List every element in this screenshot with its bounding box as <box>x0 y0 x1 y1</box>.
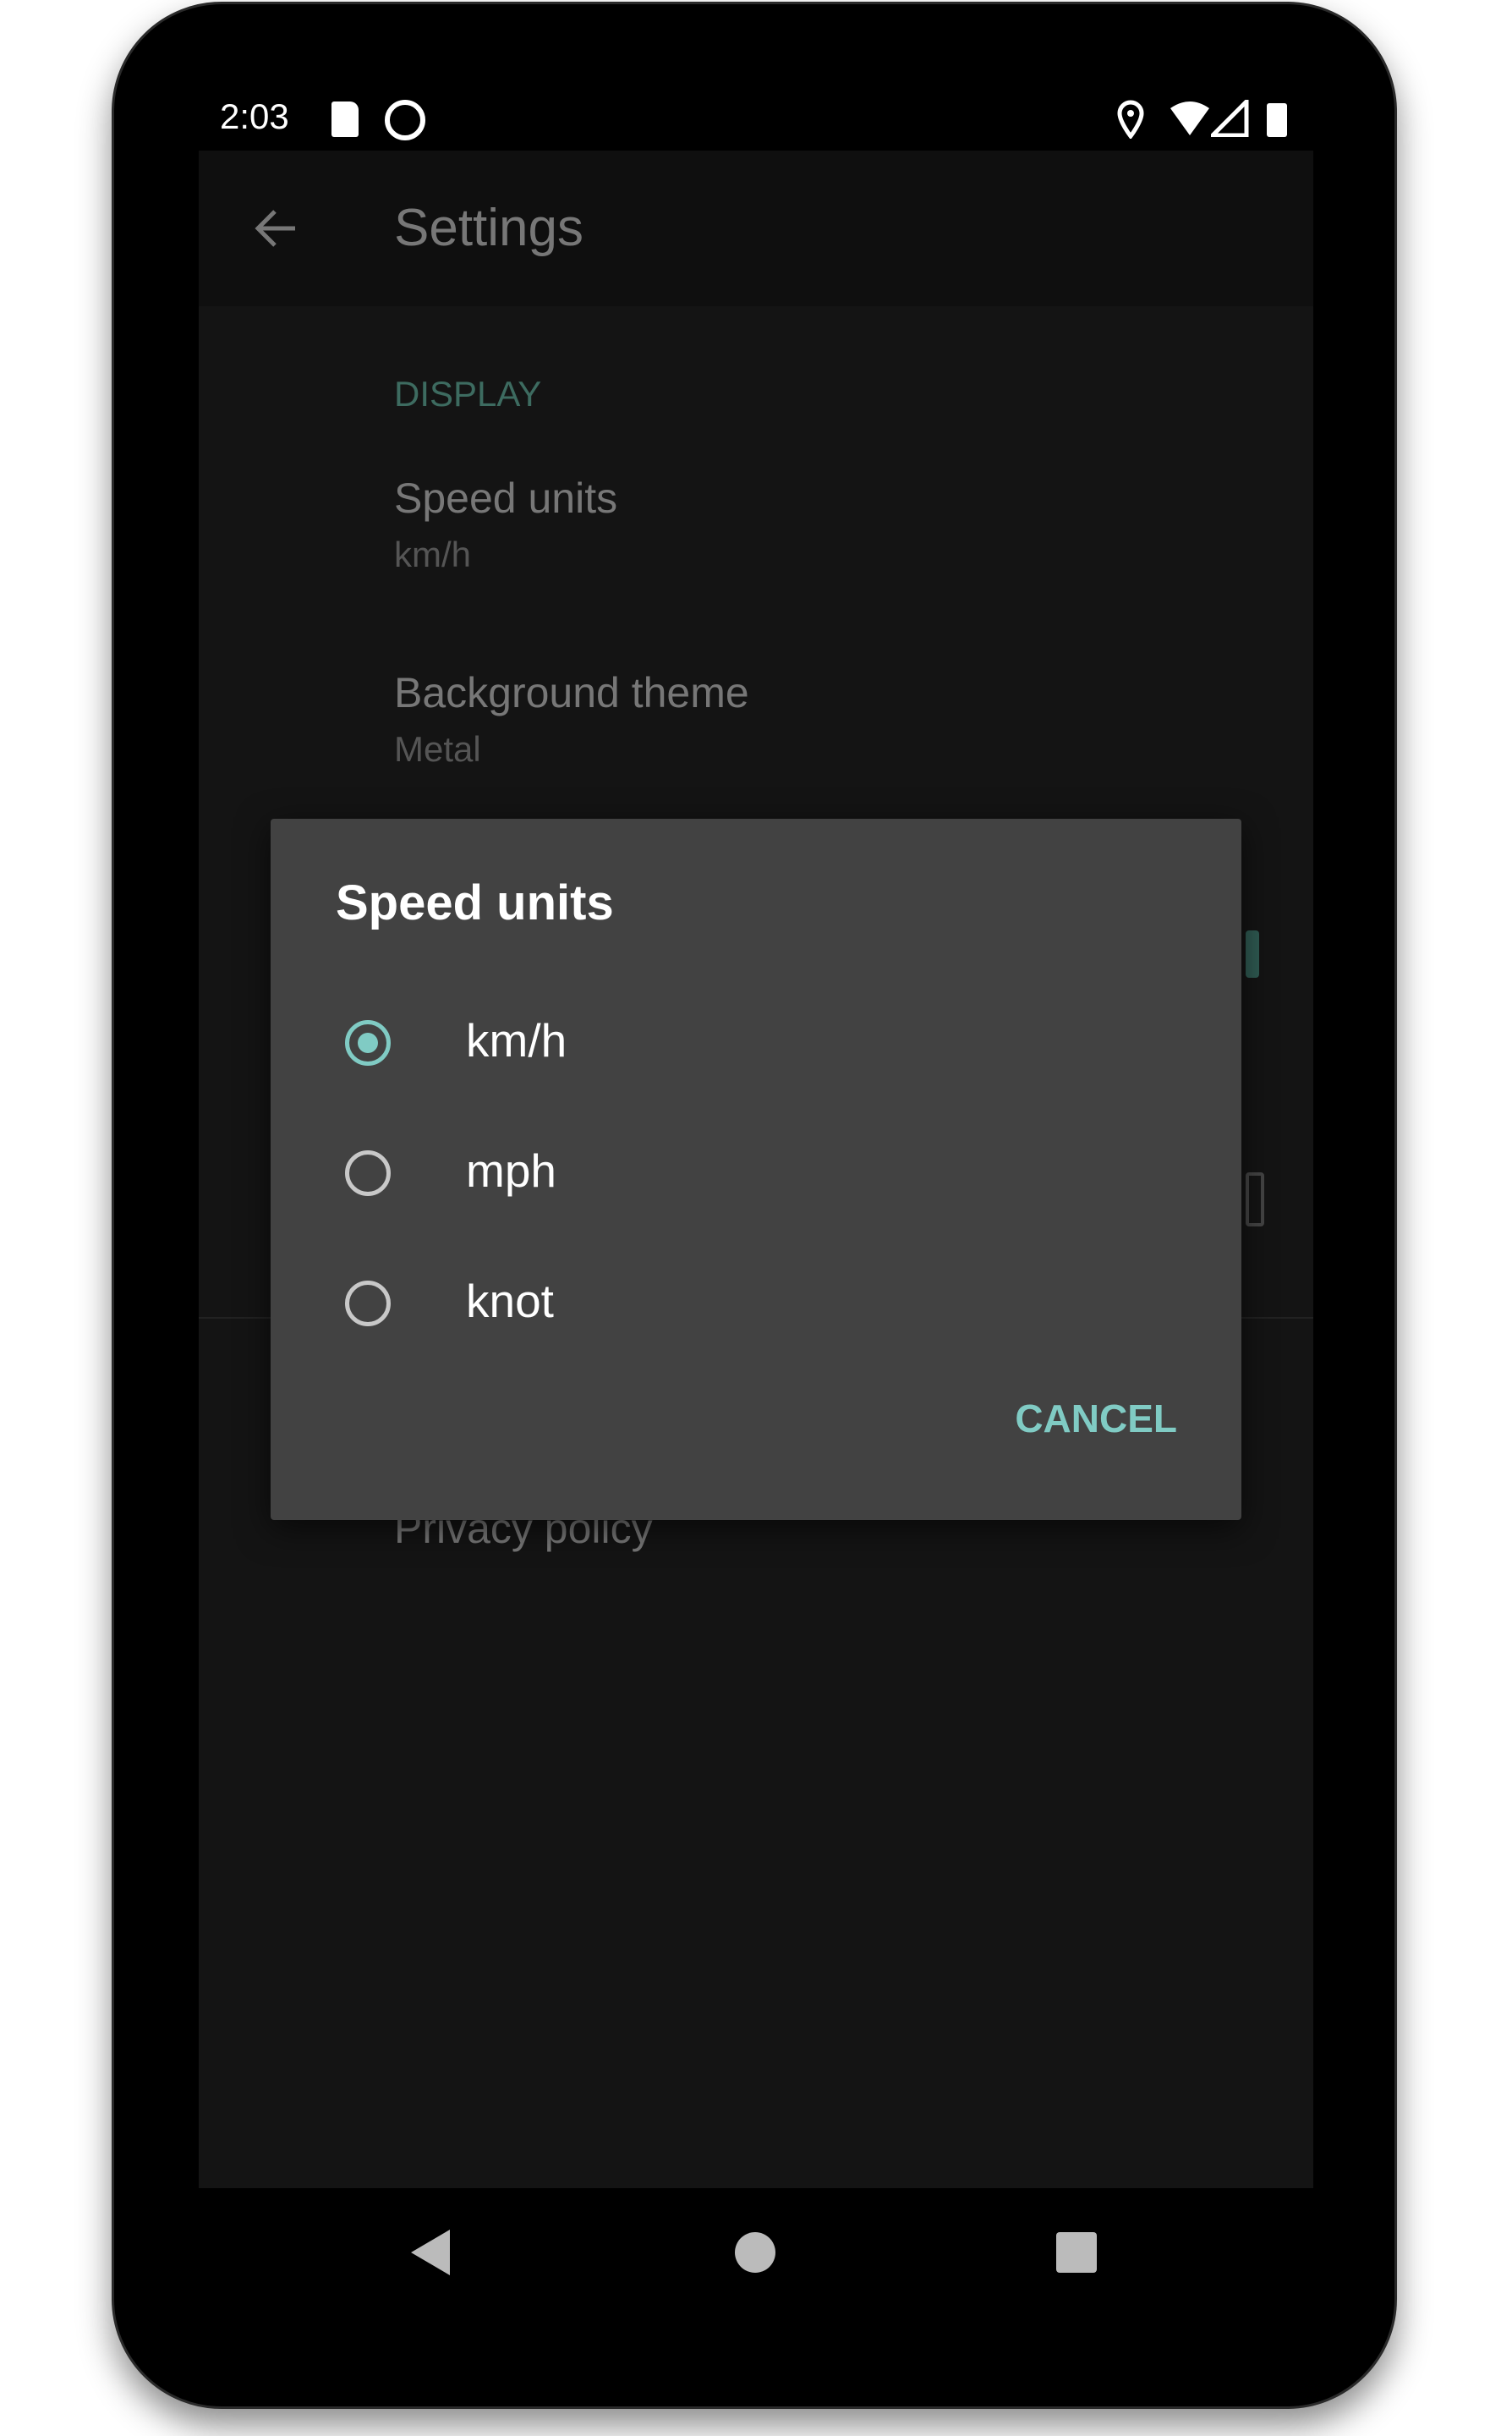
sync-icon <box>385 100 425 140</box>
setting-background-theme[interactable]: Background theme Metal <box>199 658 1313 785</box>
setting-value: km/h <box>394 535 472 574</box>
option-kmh[interactable]: km/h <box>271 979 1241 1106</box>
speed-units-dialog: Speed units km/h mph knot CANCEL <box>271 819 1241 1520</box>
sd-card-icon <box>331 102 359 137</box>
wifi-icon <box>1170 102 1209 135</box>
option-mph[interactable]: mph <box>271 1110 1241 1237</box>
setting-title: Background theme <box>394 669 749 716</box>
radio-unselected-icon <box>345 1281 391 1326</box>
option-label: knot <box>466 1275 554 1327</box>
location-icon <box>1117 100 1144 139</box>
switch-on[interactable] <box>1246 930 1259 978</box>
setting-title: Speed units <box>394 475 618 522</box>
app-bar: Settings <box>199 151 1313 306</box>
radio-selected-icon <box>345 1020 391 1066</box>
home-icon[interactable] <box>735 2232 775 2273</box>
page-title: Settings <box>394 199 584 257</box>
app-screen: Settings DISPLAY Speed units km/h Backgr… <box>199 151 1313 2188</box>
section-header-display: DISPLAY <box>394 374 542 414</box>
checkbox[interactable] <box>1246 1172 1264 1226</box>
arrow-back-icon[interactable] <box>251 203 302 254</box>
cancel-button[interactable]: CANCEL <box>1015 1396 1177 1441</box>
radio-unselected-icon <box>345 1150 391 1196</box>
setting-value: Metal <box>394 729 481 769</box>
option-label: mph <box>466 1144 556 1197</box>
status-time: 2:03 <box>220 96 289 136</box>
option-label: km/h <box>466 1014 567 1067</box>
dialog-title: Speed units <box>336 875 614 930</box>
battery-icon <box>1267 103 1287 137</box>
option-knot[interactable]: knot <box>271 1240 1241 1367</box>
setting-speed-units[interactable]: Speed units km/h <box>199 464 1313 590</box>
back-icon[interactable] <box>409 2228 453 2277</box>
signal-icon <box>1211 100 1249 137</box>
recents-icon[interactable] <box>1056 2232 1097 2273</box>
